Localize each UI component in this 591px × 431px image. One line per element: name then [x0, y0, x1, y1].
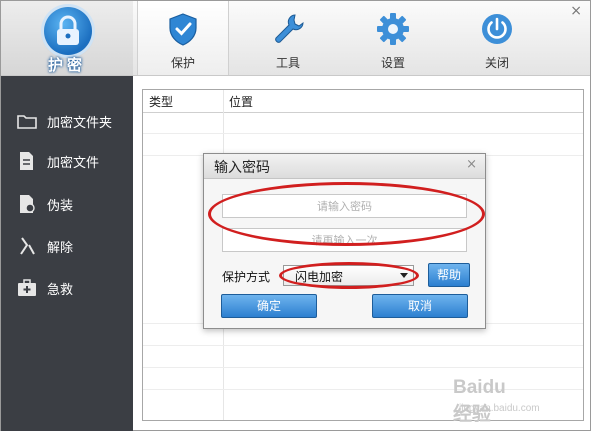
sidebar-item-encrypt-file[interactable]: 加密文件 [1, 146, 133, 176]
row-divider [143, 389, 583, 390]
window-close-icon[interactable]: × [570, 3, 582, 19]
column-header-type[interactable]: 类型 [149, 93, 173, 110]
tab-settings[interactable]: 设置 [348, 1, 438, 75]
tab-close-label: 关闭 [484, 56, 509, 70]
row-divider [143, 367, 583, 368]
annotation-ellipse [279, 262, 419, 289]
sidebar: 加密文件夹 加密文件 伪装 解除 急救 [1, 76, 133, 431]
help-button[interactable]: 帮助 [428, 263, 470, 287]
dialog-title: 输入密码 [214, 160, 270, 176]
sidebar-item-label: 急救 [47, 283, 74, 298]
app-logo: 护密 [1, 1, 133, 75]
first-aid-icon [18, 279, 36, 296]
folder-icon [17, 115, 37, 129]
top-toolbar: 护密 保护 工具 设置 关闭 × [1, 1, 590, 76]
annotation-ellipse [208, 182, 485, 246]
dialog-close-icon[interactable]: × [466, 157, 477, 172]
column-header-location[interactable]: 位置 [229, 93, 253, 110]
row-divider [143, 133, 583, 134]
disguise-icon [20, 195, 35, 213]
sidebar-item-first-aid[interactable]: 急救 [1, 273, 133, 303]
sidebar-item-release[interactable]: 解除 [1, 231, 133, 261]
brand-label: 护密 [47, 56, 86, 74]
sidebar-item-label: 加密文件 [47, 156, 100, 171]
gear-icon [377, 13, 409, 45]
tab-protect-label: 保护 [170, 56, 195, 70]
list-header: 类型 位置 [143, 90, 583, 113]
tab-protect[interactable]: 保护 [137, 1, 229, 75]
app-window: 护密 保护 工具 设置 关闭 × 加密文件夹 加密文件 伪装 解除 急救 类型 … [0, 0, 591, 431]
tab-tools[interactable]: 工具 [243, 1, 333, 75]
sidebar-item-disguise[interactable]: 伪装 [1, 189, 133, 219]
sidebar-item-label: 解除 [47, 241, 74, 256]
shield-icon [169, 13, 197, 46]
dialog-titlebar: 输入密码 × [204, 154, 485, 179]
wrench-icon [275, 14, 304, 43]
watermark-url: jingyan.baidu.com [459, 403, 540, 414]
tab-settings-label: 设置 [380, 56, 405, 70]
tab-close[interactable]: 关闭 [452, 1, 542, 75]
watermark-brand: Baidu 经验 [453, 377, 506, 425]
ok-button[interactable]: 确定 [221, 294, 317, 318]
file-icon [20, 152, 33, 170]
tab-tools-label: 工具 [275, 56, 300, 70]
logo-lock-icon [44, 7, 92, 55]
protection-mode-label: 保护方式 [222, 270, 271, 284]
unlock-icon [20, 237, 35, 255]
sidebar-item-encrypt-folder[interactable]: 加密文件夹 [1, 106, 133, 136]
cancel-button[interactable]: 取消 [372, 294, 468, 318]
sidebar-item-label: 加密文件夹 [47, 116, 113, 131]
row-divider [143, 345, 583, 346]
power-icon [482, 14, 512, 44]
sidebar-item-label: 伪装 [47, 199, 74, 214]
